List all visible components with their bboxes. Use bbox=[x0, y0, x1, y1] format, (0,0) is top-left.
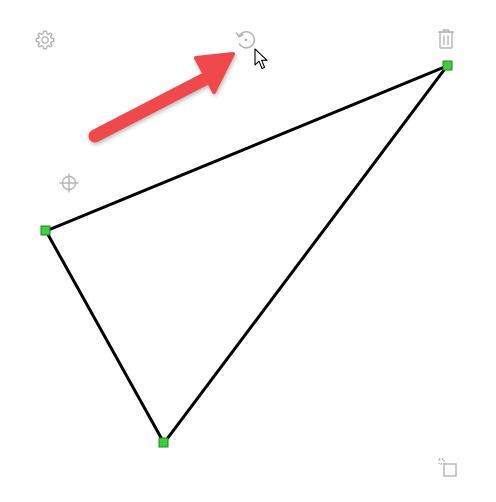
crosshair-icon[interactable] bbox=[58, 172, 80, 194]
trash-icon[interactable] bbox=[436, 28, 456, 50]
resize-corner-icon[interactable] bbox=[437, 457, 459, 479]
gear-icon[interactable] bbox=[33, 28, 57, 52]
annotation-arrow bbox=[88, 52, 235, 143]
vertex-handle-bottom[interactable] bbox=[158, 437, 169, 448]
drawing-canvas[interactable] bbox=[0, 0, 496, 502]
mouse-cursor-icon bbox=[254, 48, 268, 70]
vertex-handle-top-right[interactable] bbox=[442, 60, 453, 71]
vertex-handle-left[interactable] bbox=[40, 225, 51, 236]
triangle-shape[interactable] bbox=[43, 62, 452, 446]
shape-layer bbox=[40, 52, 453, 448]
